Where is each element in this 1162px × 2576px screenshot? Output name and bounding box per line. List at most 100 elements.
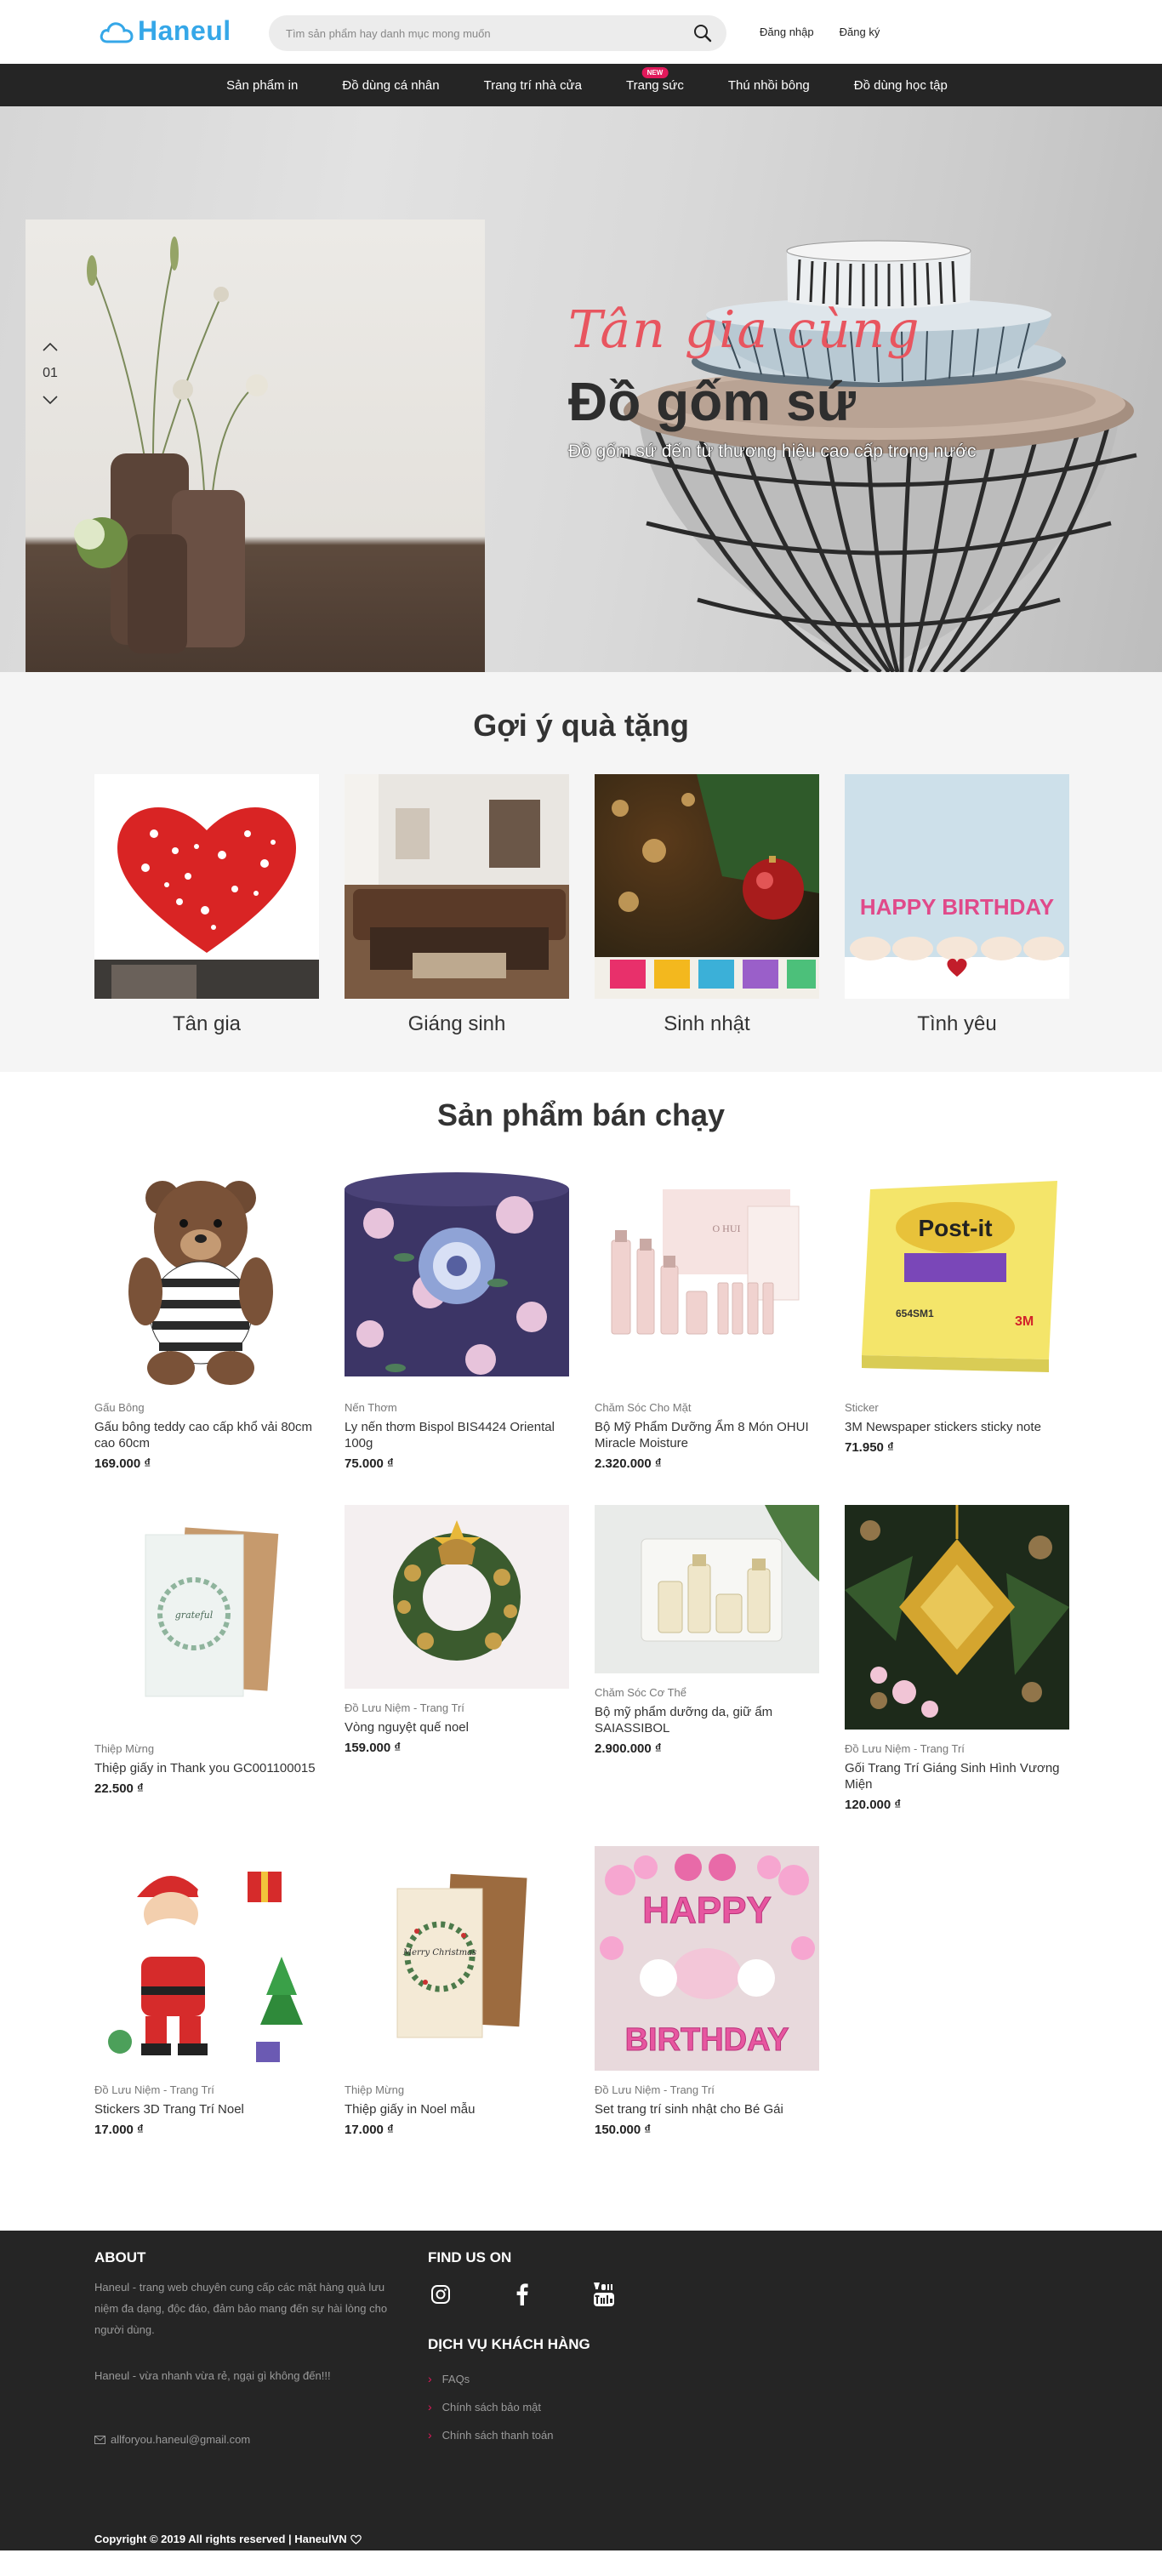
logo[interactable]: Haneul [99,15,231,47]
heart-icon [350,2534,362,2545]
vase-image [74,237,268,653]
nav-item-personal-goods[interactable]: Đồ dùng cá nhân [320,64,461,106]
product-card[interactable]: Post-it 654SM1 3M Sticker 3M Newspaper s… [845,1164,1069,1455]
gift-suggestions: Gợi ý quà tặng Tân gia Giáng sinh Sinh n… [0,672,1162,1072]
gift-card-love[interactable]: HAPPY BIRTHDAY Tình yêu [845,774,1069,1036]
product-image-skincare-set [595,1505,819,1678]
new-badge: NEW [641,67,669,78]
postit-3m-text: 3M [1015,1314,1034,1329]
slider-controls: 01 [41,340,60,407]
slide-index: 01 [43,366,58,380]
product-card[interactable]: Đồ Lưu Niệm - Trang Trí Gối Trang Trí Gi… [845,1505,1069,1812]
product-price: 17.000 ₫ [94,2123,144,2137]
hero-banner: 01 Tân gia cùng Đồ gốm sứ Đồ gốm sứ đến … [0,106,1162,672]
postit-code-text: 654SM1 [896,1308,934,1319]
nav-item-label: Trang trí nhà cửa [483,77,582,93]
cupcake-candles-text: HAPPY BIRTHDAY [860,894,1054,920]
footer-about: ABOUT Haneul - trang web chuyên cung cấp… [94,2249,428,2456]
product-card[interactable]: Đồ Lưu Niệm - Trang Trí Vòng nguyệt quế … [345,1505,569,1755]
gift-image-hearts [94,774,319,999]
product-price: 75.000 ₫ [345,1456,394,1471]
footer-link-payment[interactable]: Chính sách thanh toán [428,2428,938,2442]
product-price: 22.500 ₫ [94,1781,144,1796]
product-name: Thiệp giấy in Thank you GC001100015 [94,1761,316,1775]
login-link[interactable]: Đăng nhập [760,26,814,38]
product-price: 150.000 ₫ [595,2123,652,2137]
slide-thumbnail-vases [26,219,485,672]
product-category: Chăm Sóc Cơ Thể [595,1686,686,1699]
search-input[interactable] [286,26,689,40]
product-category: Sticker [845,1401,879,1414]
slide-next-button[interactable] [41,393,60,407]
youtube-icon [594,2282,614,2306]
product-category: Đồ Lưu Niệm - Trang Trí [845,1742,965,1755]
product-card[interactable]: Chăm Sóc Cơ Thể Bộ mỹ phẩm dưỡng da, giữ… [595,1505,819,1756]
footer-service-links: FAQs Chính sách bảo mật Chính sách thanh… [428,2372,938,2442]
gift-card-housewarming[interactable]: Tân gia [94,774,319,1036]
product-price: 159.000 ₫ [345,1741,402,1755]
nav-item-printed-products[interactable]: Sản phẩm in [226,64,320,106]
product-card[interactable]: Merry Christmas Thiệp Mừng Thiệp giấy in… [345,1846,569,2137]
product-card[interactable]: HAPPY BIRTHDAY Đồ Lưu Niệm - Trang Trí S… [595,1846,819,2137]
product-card[interactable]: Đồ Lưu Niệm - Trang Trí Stickers 3D Tran… [94,1846,319,2137]
product-price: 2.900.000 ₫ [595,1741,662,1756]
top-header: Haneul Đăng nhập Đăng ký [0,0,1162,64]
product-price: 120.000 ₫ [845,1798,902,1812]
footer-email[interactable]: allforyou.haneul@gmail.com [94,2433,428,2446]
gift-label: Tình yêu [917,1012,997,1035]
gift-image-birthday-cupcakes: HAPPY BIRTHDAY [845,774,1069,999]
instagram-link[interactable] [430,2282,452,2307]
gift-card-christmas[interactable]: Giáng sinh [345,774,569,1036]
youtube-link[interactable] [593,2282,615,2307]
register-link[interactable]: Đăng ký [840,26,880,38]
hero-title: Đồ gốm sứ [568,371,856,432]
footer-columns: ABOUT Haneul - trang web chuyên cung cấp… [94,2249,1068,2456]
product-price: 71.950 ₫ [845,1440,894,1455]
nav-item-label: Đồ dùng học tập [853,77,948,93]
copyright: Copyright © 2019 All rights reserved | H… [94,2533,1068,2550]
product-name: 3M Newspaper stickers sticky note [845,1420,1041,1434]
product-name: Gối Trang Trí Giáng Sinh Hình Vương Miện [845,1761,1060,1792]
search-button[interactable] [689,20,716,47]
ohui-box-label: O HUI [713,1222,741,1234]
product-price: 169.000 ₫ [94,1456,151,1471]
footer-email-text: allforyou.haneul@gmail.com [111,2433,251,2446]
footer-link-faqs[interactable]: FAQs [428,2372,938,2385]
search-bar [269,15,726,51]
product-image-crown-ornament [845,1505,1069,1734]
balloon-birthday-text: BIRTHDAY [625,2022,789,2058]
footer-about-text: Haneul - trang web chuyên cung cấp các m… [94,2281,388,2336]
slide-prev-button[interactable] [41,340,60,354]
product-name: Stickers 3D Trang Trí Noel [94,2102,244,2117]
product-card[interactable]: Nến Thơm Ly nến thơm Bispol BIS4424 Orie… [345,1164,569,1471]
facebook-icon [516,2283,528,2305]
gift-card-birthday[interactable]: Sinh nhật [595,774,819,1036]
section-title: Gợi ý quà tặng [473,708,689,743]
footer-about-title: ABOUT [94,2249,146,2265]
nav-item-home-decor[interactable]: Trang trí nhà cửa [462,64,604,106]
gift-grid: Tân gia Giáng sinh Sinh nhật HAPPY BIRTH… [94,774,1069,1036]
card-text: Merry Christmas [402,1948,476,1958]
hero-caption: Tân gia cùng Đồ gốm sứ Đồ gốm sứ đến từ … [568,300,977,462]
product-image-post-it: Post-it 654SM1 3M [845,1164,1069,1393]
product-name: Vòng nguyệt quế noel [345,1720,469,1735]
product-name: Gấu bông teddy cao cấp khổ vải 80cm cao … [94,1420,312,1450]
product-card[interactable]: O HUI Chăm Sóc Cho Mặt Bộ Mỹ Phẩm Dưỡng … [595,1164,819,1471]
facebook-link[interactable] [511,2282,533,2307]
hero-script-title: Tân gia cùng [568,300,921,360]
product-category: Chăm Sóc Cho Mặt [595,1401,692,1414]
product-category: Đồ Lưu Niệm - Trang Trí [345,1701,464,1714]
footer-link-privacy[interactable]: Chính sách bảo mật [428,2400,938,2414]
chevron-up-icon [43,343,58,351]
product-card[interactable]: Gấu Bông Gấu bông teddy cao cấp khổ vải … [94,1164,319,1471]
card-text: grateful [175,1610,214,1621]
gift-label: Tân gia [172,1012,242,1035]
nav-item-jewelry[interactable]: NEW Trang sức [604,64,706,106]
nav-item-plush-toys[interactable]: Thú nhồi bông [706,64,832,106]
nav-item-stationery[interactable]: Đồ dùng học tập [832,64,970,106]
best-sellers: Sản phẩm bán chạy Gấu Bông Gấu bông tedd… [0,1072,1162,2231]
product-name: Thiệp giấy in Noel mẫu [345,2102,476,2117]
product-card[interactable]: grateful Thiệp Mừng Thiệp giấy in Thank … [94,1505,319,1796]
nav-item-label: Sản phẩm in [226,77,299,93]
product-image-teddy-bear [94,1164,319,1393]
